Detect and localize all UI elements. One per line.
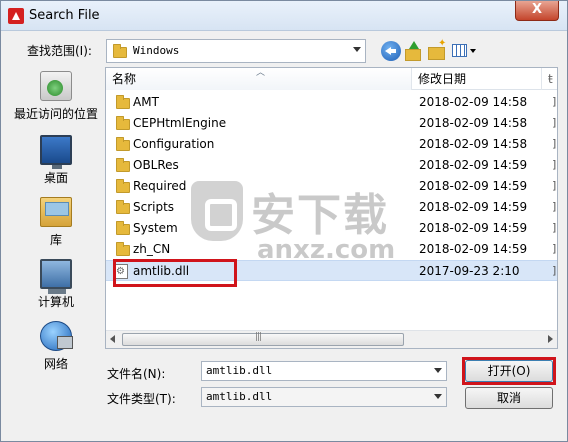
file-type-label: 文件类型(T): [107,392,176,406]
folder-icon [116,179,130,193]
place-desktop[interactable]: 桌面 [9,131,103,191]
file-name: zh_CN [133,242,171,256]
file-date: 2018-02-09 14:58 [419,137,528,151]
places-bar: 最近访问的位置 桌面 库 计算机 网络 [9,67,103,381]
close-button[interactable]: X [515,1,559,21]
search-file-dialog: Search File X 查找范围(I): Windows 最近访问的位置 桌… [0,0,568,442]
place-label: 网络 [43,357,68,371]
up-folder-icon[interactable] [403,41,423,61]
file-date: 2018-02-09 14:59 [419,221,528,235]
folder-icon [113,44,127,58]
sort-arrow-icon: ︿ [256,68,266,78]
recent-places-icon [40,71,72,101]
folder-icon [116,242,130,256]
file-date: 2018-02-09 14:59 [419,179,528,193]
cancel-button[interactable]: 取消 [465,387,553,409]
scrollbar-thumb[interactable] [122,332,404,346]
column-header-name[interactable]: ︿ 名称 [106,68,412,90]
file-name: OBLRes [133,158,179,172]
file-date: 2018-02-09 14:58 [419,116,528,130]
file-extra: ] [552,221,557,234]
column-name-label: 名称 [112,72,137,86]
file-name: System [133,221,178,235]
file-name: AMT [133,95,159,109]
file-name: Configuration [133,137,215,151]
look-in-value: Windows [133,44,180,57]
folder-icon [116,95,130,109]
file-extra: ] [552,264,557,277]
folder-icon [116,137,130,151]
file-name: CEPHtmlEngine [133,116,227,130]
network-icon [40,321,73,351]
file-date: 2018-02-09 14:58 [419,95,528,109]
place-network[interactable]: 网络 [9,317,103,377]
place-label: 库 [49,233,62,247]
chevron-down-icon[interactable] [434,368,442,373]
watermark-cn: 安下载 [251,190,389,241]
scroll-right-icon[interactable] [548,335,553,343]
chevron-down-icon [470,49,476,53]
place-label: 最近访问的位置 [13,107,98,121]
back-icon[interactable] [381,41,401,61]
folder-icon [116,221,130,235]
file-extra: ] [552,95,557,108]
look-in-combo[interactable]: Windows [106,39,366,63]
folder-icon [116,158,130,172]
place-label: 桌面 [43,171,68,185]
place-recent[interactable]: 最近访问的位置 [9,67,103,127]
place-computer[interactable]: 计算机 [9,255,103,315]
watermark-shield-icon [191,181,243,241]
view-menu-icon[interactable] [451,41,479,61]
column-date-label: 修改日期 [418,72,467,86]
file-name: Scripts [133,200,175,214]
horizontal-scrollbar[interactable] [106,330,557,348]
place-library[interactable]: 库 [9,193,103,253]
window-title: Search File [29,8,100,23]
file-name-label: 文件名(N): [107,367,166,381]
highlight-box-file [113,259,237,287]
file-type-select[interactable]: amtlib.dll [201,387,447,407]
file-row[interactable]: CEPHtmlEngine 2018-02-09 14:58 ] [106,113,557,134]
file-row[interactable]: OBLRes 2018-02-09 14:59 ] [106,155,557,176]
chevron-down-icon[interactable] [434,394,442,399]
file-row[interactable]: AMT 2018-02-09 14:58 ] [106,92,557,113]
highlight-box-open [462,357,556,385]
file-date: 2018-02-09 14:59 [419,158,528,172]
file-extra: ] [552,242,557,255]
file-extra: ] [552,179,557,192]
desktop-icon [40,135,72,169]
column-header-date[interactable]: 修改日期 [412,68,542,90]
scroll-left-icon[interactable] [110,335,115,343]
file-extra: ] [552,116,557,129]
title-bar: Search File X [1,1,567,31]
app-icon [8,8,24,24]
look-in-label: 查找范围(I): [27,44,92,58]
file-type-value: amtlib.dll [206,390,273,403]
file-list-header: ︿ 名称 修改日期 ŧ [106,68,557,90]
watermark: 安下载 anxz.com [191,179,401,269]
file-date: 2017-09-23 2:10 [419,264,520,278]
file-name-value: amtlib.dll [206,364,273,377]
file-row[interactable]: Configuration 2018-02-09 14:58 ] [106,134,557,155]
file-extra: ] [552,137,557,150]
folder-icon [116,200,130,214]
computer-icon [40,259,72,294]
grid-view-icon [452,44,467,57]
folder-icon [116,116,130,130]
watermark-en: anxz.com [257,235,396,265]
new-folder-icon[interactable] [427,38,447,61]
file-extra: ] [552,158,557,171]
chevron-down-icon [353,47,361,52]
file-name: Required [133,179,187,193]
file-date: 2018-02-09 14:59 [419,200,528,214]
file-extra: ] [552,200,557,213]
place-label: 计算机 [37,295,74,309]
column-header-more[interactable]: ŧ [542,68,557,90]
file-date: 2018-02-09 14:59 [419,242,528,256]
library-icon [40,197,72,227]
file-name-input[interactable]: amtlib.dll [201,361,447,381]
